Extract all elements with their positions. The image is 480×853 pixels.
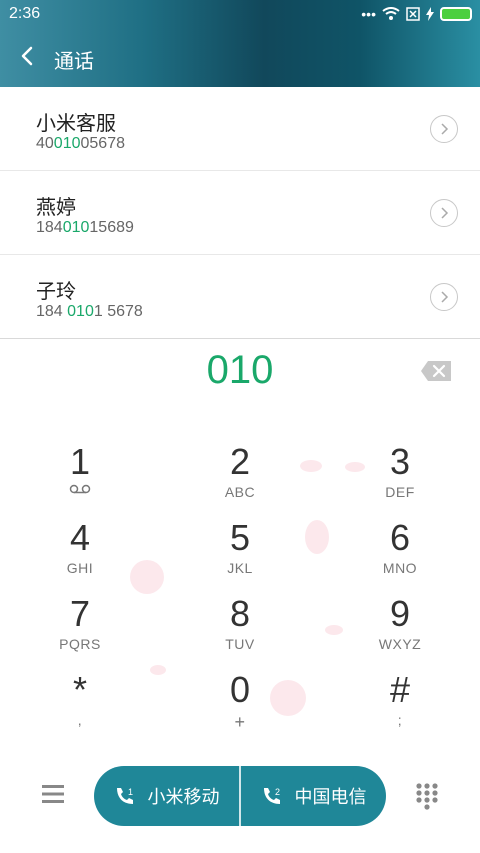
- sim1-label: 小米移动: [147, 787, 220, 807]
- status-icons: •••: [361, 6, 472, 22]
- key-8[interactable]: 8 TUV: [160, 592, 320, 668]
- call-sim1-button[interactable]: 1 小米移动: [94, 766, 239, 826]
- backspace-icon[interactable]: [420, 360, 452, 382]
- chevron-right-icon: [441, 291, 449, 303]
- key-4[interactable]: 4 GHI: [0, 516, 160, 592]
- contact-number: 4001005678: [36, 135, 125, 152]
- contact-number: 184 0101 5678: [36, 303, 143, 320]
- dialed-number-display: 010: [206, 348, 274, 392]
- key-7[interactable]: 7 PQRS: [0, 592, 160, 668]
- key-3[interactable]: 3 DEF: [320, 440, 480, 516]
- svg-text:1: 1: [128, 787, 133, 797]
- battery-icon: [440, 7, 472, 21]
- key-star[interactable]: * ,: [0, 668, 160, 744]
- contact-number: 18401015689: [36, 219, 134, 236]
- key-5[interactable]: 5 JKL: [160, 516, 320, 592]
- dots-icon: •••: [361, 6, 376, 22]
- contact-results-list: 小米客服 4001005678 燕婷 18401015689 子玲 184 01…: [0, 87, 480, 339]
- contact-name: 燕婷: [36, 197, 76, 219]
- status-time: 2:36: [9, 5, 41, 22]
- back-icon[interactable]: [16, 44, 40, 68]
- key-6[interactable]: 6 MNO: [320, 516, 480, 592]
- svg-text:2: 2: [275, 787, 280, 797]
- contact-name: 小米客服: [36, 113, 116, 135]
- wifi-icon: [382, 7, 400, 20]
- contact-detail-button[interactable]: [430, 115, 458, 143]
- key-1[interactable]: 1: [0, 440, 160, 516]
- contact-name: 子玲: [36, 281, 76, 303]
- contact-row[interactable]: 燕婷 18401015689: [0, 171, 480, 255]
- sim2-label: 中国电信: [294, 787, 367, 807]
- sim-call-buttons: 1 小米移动 2 中国电信: [94, 766, 386, 826]
- key-9[interactable]: 9 WXYZ: [320, 592, 480, 668]
- contact-row[interactable]: 子玲 184 0101 5678: [0, 255, 480, 339]
- phone-sim2-icon: 2: [263, 787, 280, 804]
- sim-off-icon: [406, 7, 420, 21]
- contact-row[interactable]: 小米客服 4001005678: [0, 87, 480, 171]
- key-hash[interactable]: # ;: [320, 668, 480, 744]
- contact-detail-button[interactable]: [430, 283, 458, 311]
- contact-detail-button[interactable]: [430, 199, 458, 227]
- call-sim2-button[interactable]: 2 中国电信: [241, 766, 386, 826]
- dial-keypad: 1 2 ABC 3 DEF 4 GHI 5 JKL 6 MNO 7 PQRS 8…: [0, 440, 480, 740]
- bottom-bar: 1 小米移动 2 中国电信: [0, 760, 480, 832]
- charging-icon: [426, 7, 434, 21]
- key-0[interactable]: 0 +: [160, 668, 320, 744]
- chevron-right-icon: [441, 123, 449, 135]
- dialpad-toggle-icon[interactable]: [415, 782, 439, 810]
- phone-sim1-icon: 1: [116, 787, 133, 804]
- header-background: 2:36 ••• 通话: [0, 0, 480, 87]
- chevron-right-icon: [441, 207, 449, 219]
- key-2[interactable]: 2 ABC: [160, 440, 320, 516]
- menu-icon[interactable]: [40, 782, 66, 806]
- title-bar: 通话: [0, 30, 480, 86]
- status-bar: 2:36 •••: [0, 0, 480, 28]
- page-title: 通话: [54, 51, 94, 73]
- voicemail-icon: [69, 484, 91, 494]
